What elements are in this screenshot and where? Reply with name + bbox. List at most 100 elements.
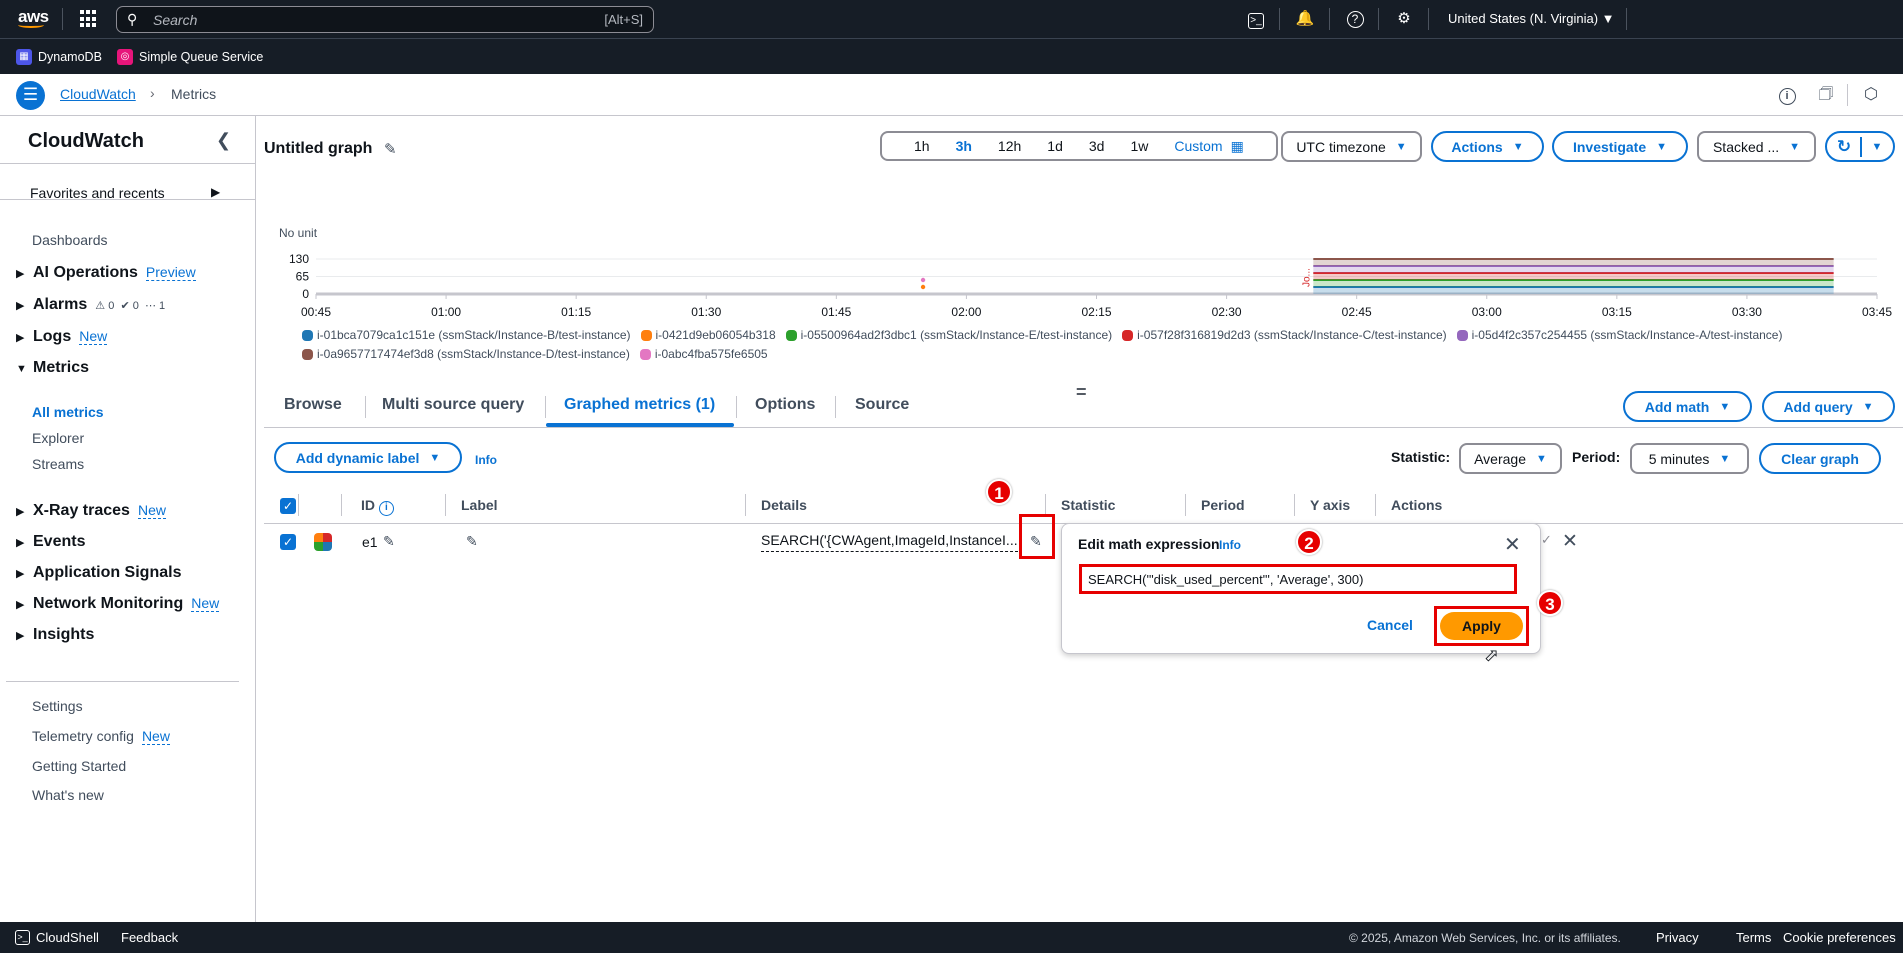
series-area — [1313, 280, 1834, 287]
sidebar-item-network-monitoring[interactable]: Network Monitoring New — [33, 595, 220, 613]
legend-item[interactable]: i-01bca7079ca1c151e (ssmStack/Instance-B… — [302, 328, 631, 342]
info-icon[interactable]: i — [378, 501, 394, 516]
column-header-statistic: Statistic — [1061, 497, 1116, 513]
header-label: ID — [361, 497, 375, 513]
cloudshell-icon: >_ — [15, 930, 30, 945]
divider — [835, 396, 836, 418]
info-link[interactable]: Info — [475, 453, 497, 467]
legend-item[interactable]: i-05500964ad2f3dbc1 (ssmStack/Instance-E… — [785, 328, 1112, 342]
sidebar-item-label: Telemetry config — [32, 728, 134, 744]
edit-label-pencil-icon[interactable]: ✎ — [466, 533, 478, 550]
sidebar-item-application-signals[interactable]: Application Signals — [33, 564, 181, 582]
legend-label: i-0421d9eb06054b318 — [655, 328, 776, 342]
statistic-value: Average — [1474, 450, 1526, 467]
legend-item[interactable]: i-0a9657717474ef3d8 (ssmStack/Instance-D… — [302, 347, 630, 361]
divider — [6, 681, 239, 682]
row-checkbox[interactable]: ✓ — [280, 534, 296, 550]
series-area — [1313, 287, 1834, 294]
annotation-marker-2: 2 — [1296, 529, 1322, 555]
remove-row-icon[interactable]: ✕ — [1562, 530, 1578, 553]
divider — [365, 396, 366, 418]
period-label: Period: — [1572, 449, 1621, 465]
close-icon[interactable]: ✕ — [1504, 532, 1521, 557]
legend-label: i-0abc4fba575fe6505 — [654, 347, 768, 361]
tab-graphed-metrics[interactable]: Graphed metrics (1) — [564, 396, 715, 414]
legend-item[interactable]: i-0abc4fba575fe6505 — [639, 347, 768, 361]
cookie-preferences-link[interactable]: Cookie preferences — [1783, 930, 1896, 945]
caret-down-icon: ▼ — [1862, 400, 1874, 413]
sidebar-item-settings[interactable]: Settings — [32, 698, 83, 714]
data-point — [920, 277, 926, 283]
statistic-dropdown[interactable]: Average ▼ — [1459, 443, 1562, 474]
caret-right-icon[interactable]: ▶ — [16, 598, 24, 611]
sidebar-item-telemetry-config[interactable]: Telemetry config New — [32, 728, 170, 745]
tab-browse[interactable]: Browse — [284, 396, 342, 414]
caret-right-icon[interactable]: ▶ — [16, 536, 24, 549]
tab-options[interactable]: Options — [755, 396, 815, 414]
divider — [745, 494, 746, 516]
cancel-button[interactable]: Cancel — [1367, 617, 1413, 633]
new-badge[interactable]: New — [137, 502, 166, 519]
row-details-expression[interactable]: SEARCH('{CWAgent,ImageId,InstanceI... — [761, 532, 1018, 552]
sidebar-item-getting-started[interactable]: Getting Started — [32, 758, 126, 774]
popover-info-link[interactable]: Info — [1219, 538, 1241, 552]
divider — [736, 396, 737, 418]
x-tick-label: 01:00 — [431, 305, 461, 319]
x-tick-label: 03:15 — [1602, 305, 1632, 319]
caret-down-icon: ▼ — [1536, 452, 1547, 465]
clear-graph-label: Clear graph — [1781, 450, 1859, 467]
clear-graph-button[interactable]: Clear graph — [1759, 443, 1881, 474]
sidebar-item-all-metrics[interactable]: All metrics — [32, 404, 104, 420]
y-tick-label: 65 — [296, 270, 310, 284]
divider — [1375, 494, 1376, 516]
legend-item[interactable]: i-0421d9eb06054b318 — [640, 328, 776, 342]
x-tick-label: 02:45 — [1342, 305, 1372, 319]
divider — [445, 494, 446, 516]
legend-swatch — [1456, 329, 1468, 341]
series-color-swatch[interactable] — [314, 533, 332, 551]
annotation-marker-1: 1 — [986, 479, 1012, 505]
legend-item[interactable]: i-057f28f316819d2d3 (ssmStack/Instance-C… — [1122, 328, 1447, 342]
column-header-id: ID i — [361, 497, 394, 516]
sidebar-item-explorer[interactable]: Explorer — [32, 430, 84, 446]
data-point — [920, 284, 926, 290]
new-badge[interactable]: New — [141, 728, 170, 745]
sidebar-item-whats-new[interactable]: What's new — [32, 787, 104, 803]
x-tick-label: 02:15 — [1081, 305, 1111, 319]
select-all-checkbox[interactable]: ✓ — [280, 498, 296, 514]
tab-source[interactable]: Source — [855, 396, 909, 414]
caret-right-icon[interactable]: ▶ — [16, 629, 24, 642]
sidebar-item-xray-traces[interactable]: X-Ray traces New — [33, 502, 166, 520]
x-tick-label: 03:30 — [1732, 305, 1762, 319]
legend-label: i-05d4f2c357c254455 (ssmStack/Instance-A… — [1471, 328, 1783, 342]
sidebar-item-insights[interactable]: Insights — [33, 626, 94, 644]
cloudshell-button[interactable]: >_ CloudShell — [15, 930, 99, 945]
divider — [1185, 494, 1186, 516]
column-header-actions: Actions — [1391, 497, 1443, 513]
add-query-button[interactable]: Add query ▼ — [1762, 391, 1895, 422]
legend-swatch — [302, 329, 313, 341]
x-tick-label: 01:30 — [691, 305, 721, 319]
math-expression-input[interactable] — [1079, 564, 1517, 594]
legend-item[interactable]: i-05d4f2c357c254455 (ssmStack/Instance-A… — [1456, 328, 1783, 342]
new-badge[interactable]: New — [191, 595, 220, 612]
column-header-label: Label — [461, 497, 498, 513]
legend-label: i-0a9657717474ef3d8 (ssmStack/Instance-D… — [317, 347, 630, 361]
privacy-link[interactable]: Privacy — [1656, 930, 1699, 945]
edit-id-pencil-icon[interactable]: ✎ — [383, 533, 395, 550]
caret-right-icon[interactable]: ▶ — [16, 567, 24, 580]
period-dropdown[interactable]: 5 minutes ▼ — [1630, 443, 1749, 474]
sidebar-item-events[interactable]: Events — [33, 533, 85, 551]
add-dynamic-label-button[interactable]: Add dynamic label ▼ — [274, 442, 462, 473]
sidebar-item-streams[interactable]: Streams — [32, 456, 84, 472]
metric-chart: No unit 0 65 130 00:45 01:00 01:15 01:30 01:45… — [279, 226, 1892, 319]
cloudshell-label: CloudShell — [36, 930, 99, 945]
tab-multi-source-query[interactable]: Multi source query — [382, 396, 524, 414]
column-header-details: Details — [761, 497, 807, 513]
caret-right-icon[interactable]: ▶ — [16, 505, 24, 518]
feedback-link[interactable]: Feedback — [121, 930, 178, 945]
terms-link[interactable]: Terms — [1736, 930, 1771, 945]
add-dynamic-label-text: Add dynamic label — [295, 449, 420, 466]
add-math-button[interactable]: Add math ▼ — [1623, 391, 1752, 422]
apply-button[interactable]: Apply — [1440, 612, 1523, 640]
